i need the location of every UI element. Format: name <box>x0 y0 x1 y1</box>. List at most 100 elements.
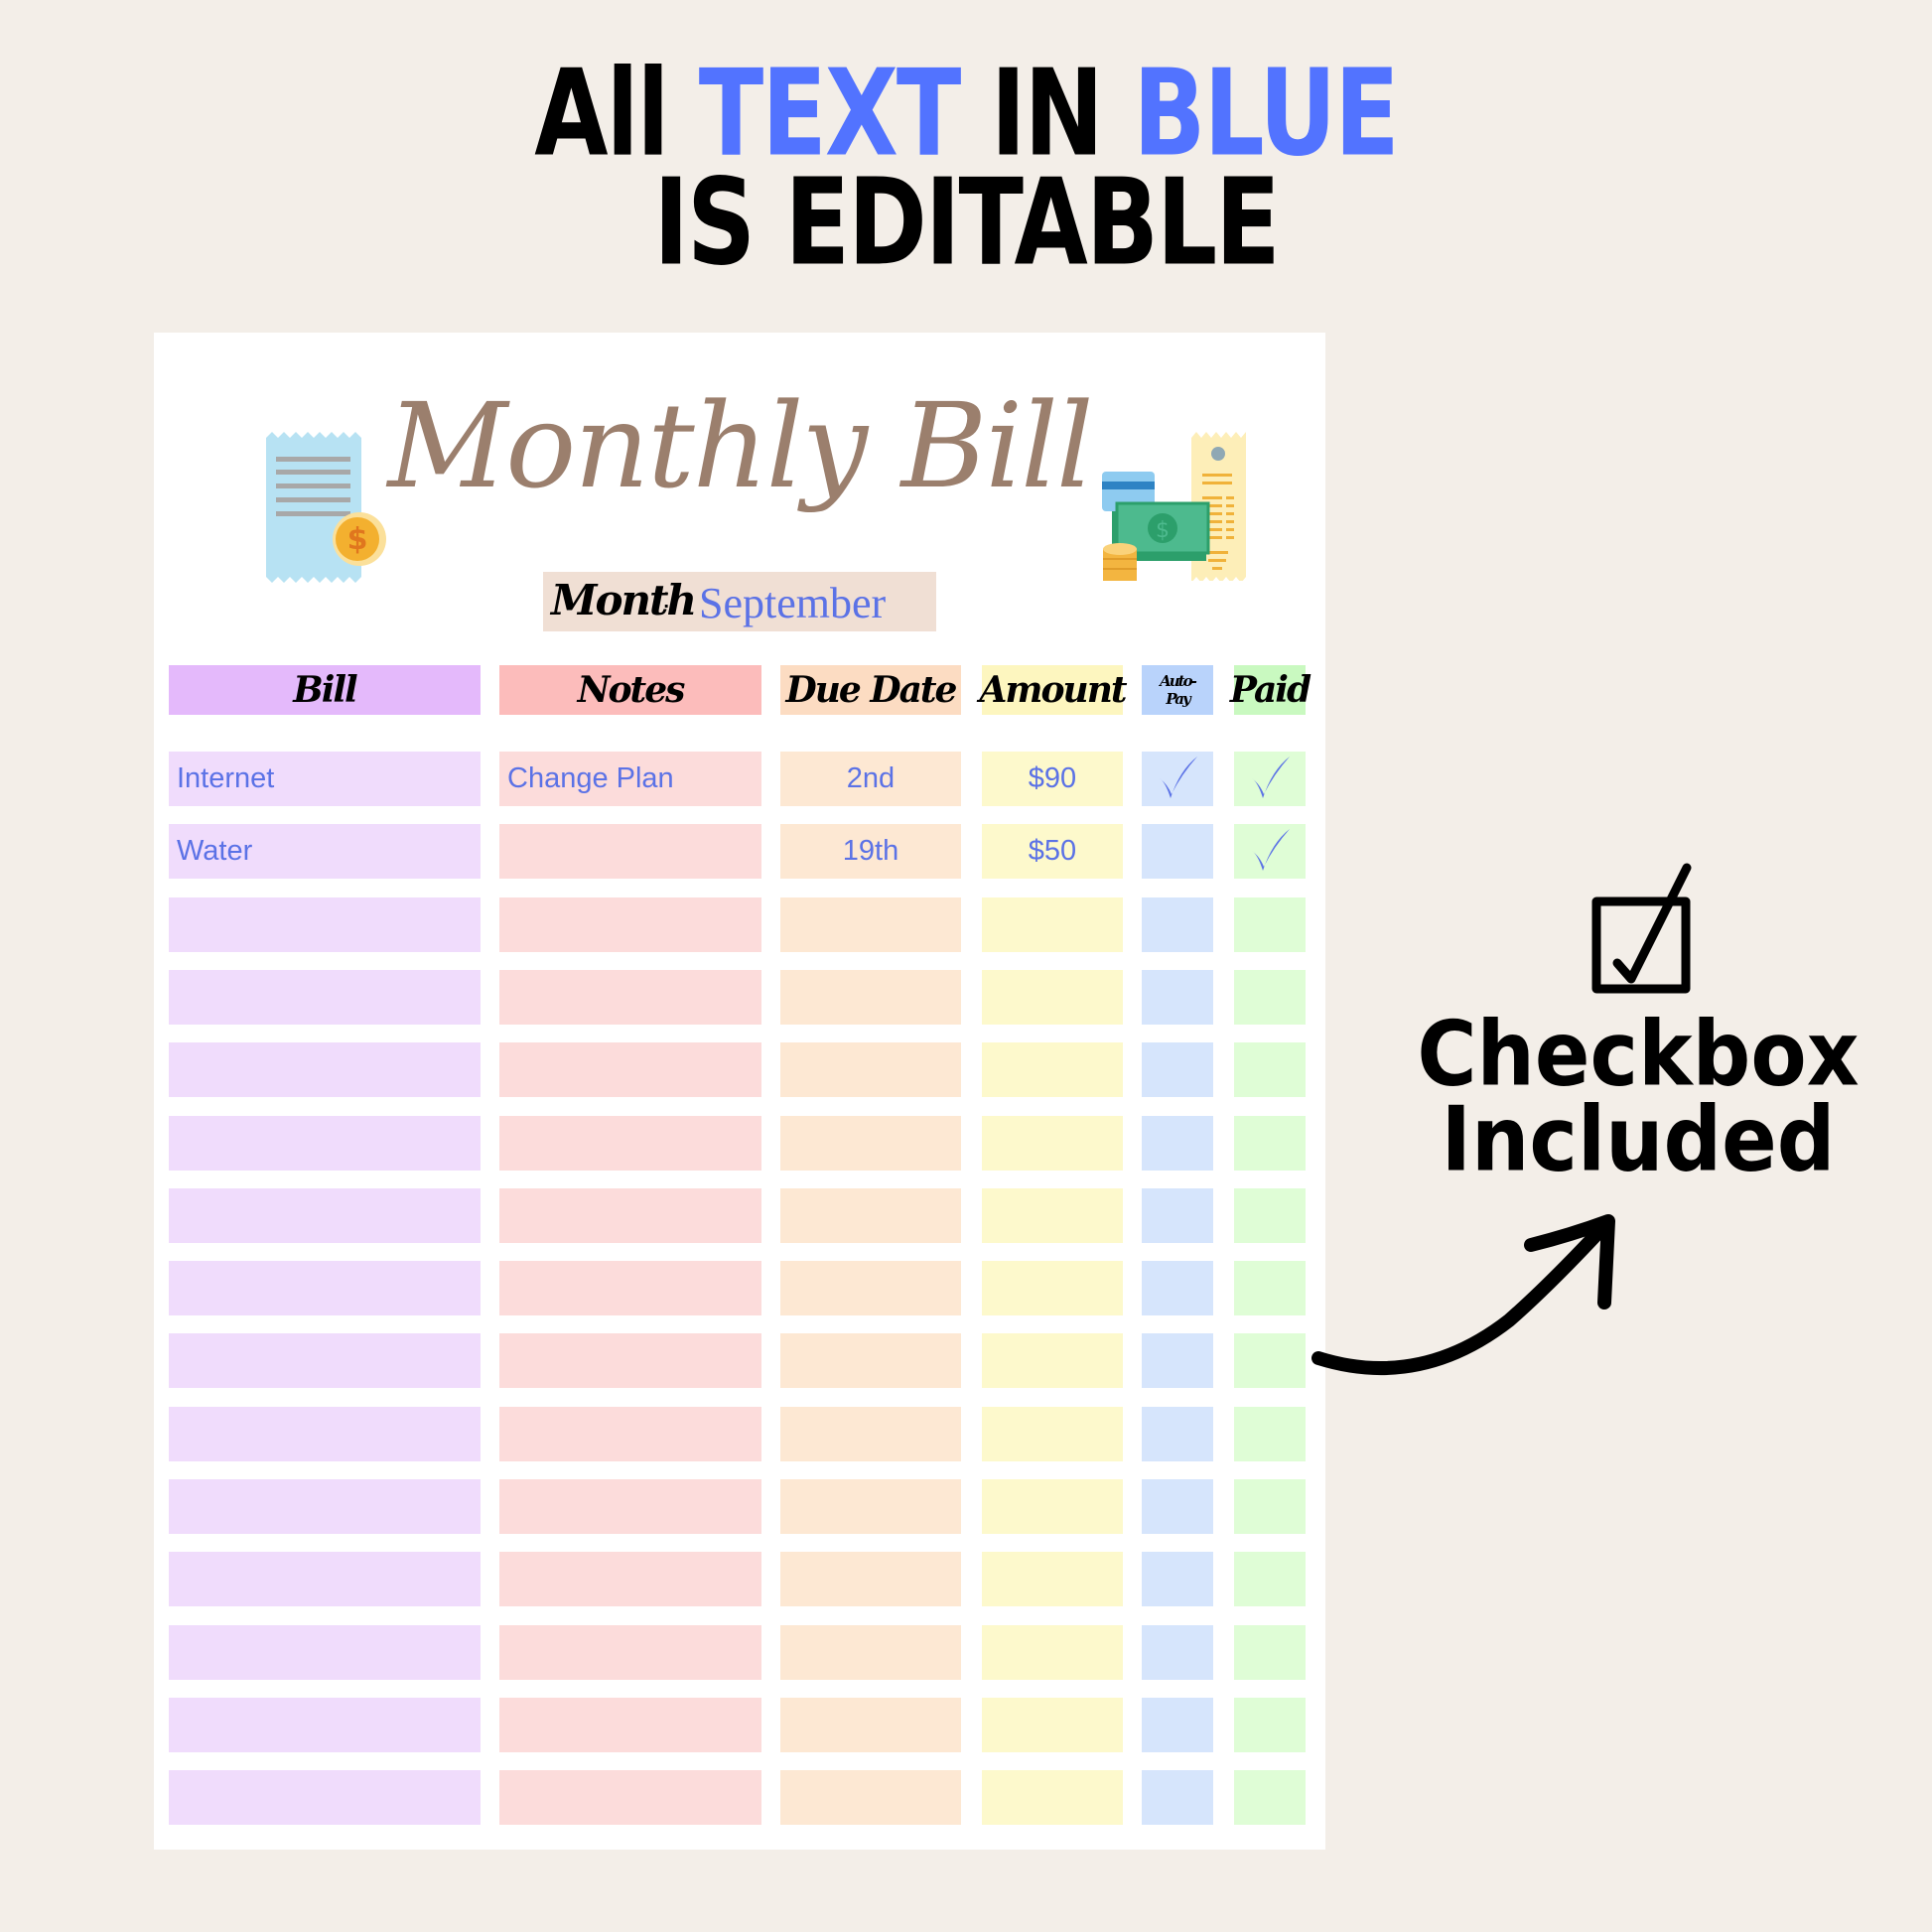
annotation-line-2: Included <box>1441 1088 1836 1192</box>
column-header-notes: Notes <box>499 665 761 715</box>
notes-input[interactable] <box>499 1116 761 1171</box>
notes-input[interactable] <box>499 824 761 879</box>
checkmark-icon <box>1252 828 1290 871</box>
bill-input[interactable] <box>169 897 481 952</box>
paid-checkbox[interactable] <box>1234 824 1306 879</box>
notes-input[interactable] <box>499 1552 761 1606</box>
auto-pay-checkbox[interactable] <box>1142 1770 1213 1825</box>
column-header-bill: Bill <box>169 665 481 715</box>
notes-input[interactable] <box>499 970 761 1025</box>
due-date-input[interactable] <box>780 1552 961 1606</box>
paid-checkbox[interactable] <box>1234 1407 1306 1461</box>
due-date-input[interactable]: 19th <box>780 824 961 879</box>
bill-input[interactable] <box>169 1333 481 1388</box>
auto-pay-checkbox[interactable] <box>1142 1698 1213 1752</box>
auto-pay-checkbox[interactable] <box>1142 1116 1213 1171</box>
bill-input[interactable] <box>169 970 481 1025</box>
notes-input[interactable] <box>499 1770 761 1825</box>
auto-pay-checkbox[interactable] <box>1142 752 1213 806</box>
due-date-input[interactable] <box>780 1770 961 1825</box>
paid-checkbox[interactable] <box>1234 970 1306 1025</box>
amount-input[interactable] <box>982 1188 1123 1243</box>
bill-input[interactable]: Internet <box>169 752 481 806</box>
due-date-input[interactable] <box>780 970 961 1025</box>
amount-input[interactable]: $50 <box>982 824 1123 879</box>
paid-checkbox[interactable] <box>1234 1116 1306 1171</box>
auto-pay-checkbox[interactable] <box>1142 1625 1213 1680</box>
bill-input[interactable] <box>169 1479 481 1534</box>
auto-pay-checkbox[interactable] <box>1142 1407 1213 1461</box>
svg-text:$: $ <box>347 522 368 557</box>
paid-checkbox[interactable] <box>1234 1552 1306 1606</box>
paid-checkbox[interactable] <box>1234 1698 1306 1752</box>
bill-input[interactable]: Water <box>169 824 481 879</box>
due-date-input[interactable] <box>780 1333 961 1388</box>
bill-input[interactable] <box>169 1042 481 1097</box>
paid-checkbox[interactable] <box>1234 1261 1306 1315</box>
bill-input[interactable] <box>169 1188 481 1243</box>
checkmark-icon <box>1160 756 1197 798</box>
paid-checkbox[interactable] <box>1234 1625 1306 1680</box>
due-date-input[interactable]: 2nd <box>780 752 961 806</box>
due-date-input[interactable] <box>780 1407 961 1461</box>
notes-input[interactable] <box>499 1698 761 1752</box>
auto-pay-checkbox[interactable] <box>1142 1261 1213 1315</box>
amount-input[interactable] <box>982 1770 1123 1825</box>
due-date-input[interactable] <box>780 1116 961 1171</box>
auto-pay-checkbox[interactable] <box>1142 1333 1213 1388</box>
month-input[interactable]: September <box>699 578 886 628</box>
month-field: Month : September <box>543 572 936 631</box>
bill-input[interactable] <box>169 1261 481 1315</box>
amount-input[interactable] <box>982 1333 1123 1388</box>
due-date-input[interactable] <box>780 1698 961 1752</box>
amount-input[interactable] <box>982 1625 1123 1680</box>
paid-checkbox[interactable] <box>1234 897 1306 952</box>
paid-checkbox[interactable] <box>1234 752 1306 806</box>
auto-pay-checkbox[interactable] <box>1142 1479 1213 1534</box>
bill-input[interactable] <box>169 1552 481 1606</box>
due-date-input[interactable] <box>780 1188 961 1243</box>
checkbox-checked-icon <box>1591 863 1692 994</box>
bill-input[interactable] <box>169 1407 481 1461</box>
auto-pay-checkbox[interactable] <box>1142 1552 1213 1606</box>
due-date-input[interactable] <box>780 1479 961 1534</box>
amount-input[interactable]: $90 <box>982 752 1123 806</box>
amount-input[interactable] <box>982 1479 1123 1534</box>
paid-checkbox[interactable] <box>1234 1188 1306 1243</box>
auto-pay-checkbox[interactable] <box>1142 1188 1213 1243</box>
amount-input[interactable] <box>982 1407 1123 1461</box>
auto-pay-checkbox[interactable] <box>1142 1042 1213 1097</box>
bill-input[interactable] <box>169 1625 481 1680</box>
amount-input[interactable] <box>982 1698 1123 1752</box>
bill-input[interactable] <box>169 1770 481 1825</box>
notes-input[interactable] <box>499 1333 761 1388</box>
column-header-paid: Paid <box>1230 665 1311 715</box>
notes-input[interactable] <box>499 1188 761 1243</box>
due-date-input[interactable] <box>780 1625 961 1680</box>
amount-input[interactable] <box>982 1261 1123 1315</box>
due-date-input[interactable] <box>780 897 961 952</box>
notes-input[interactable] <box>499 897 761 952</box>
amount-input[interactable] <box>982 970 1123 1025</box>
bill-input[interactable] <box>169 1698 481 1752</box>
due-date-input[interactable] <box>780 1261 961 1315</box>
bill-input[interactable] <box>169 1116 481 1171</box>
notes-input[interactable] <box>499 1479 761 1534</box>
paid-checkbox[interactable] <box>1234 1479 1306 1534</box>
notes-input[interactable] <box>499 1042 761 1097</box>
due-date-input[interactable] <box>780 1042 961 1097</box>
auto-pay-checkbox[interactable] <box>1142 824 1213 879</box>
notes-input[interactable] <box>499 1261 761 1315</box>
amount-input[interactable] <box>982 1116 1123 1171</box>
amount-input[interactable] <box>982 1042 1123 1097</box>
notes-input[interactable]: Change Plan <box>499 752 761 806</box>
notes-input[interactable] <box>499 1625 761 1680</box>
notes-input[interactable] <box>499 1407 761 1461</box>
amount-input[interactable] <box>982 1552 1123 1606</box>
paid-checkbox[interactable] <box>1234 1333 1306 1388</box>
auto-pay-checkbox[interactable] <box>1142 897 1213 952</box>
amount-input[interactable] <box>982 897 1123 952</box>
auto-pay-checkbox[interactable] <box>1142 970 1213 1025</box>
paid-checkbox[interactable] <box>1234 1770 1306 1825</box>
paid-checkbox[interactable] <box>1234 1042 1306 1097</box>
